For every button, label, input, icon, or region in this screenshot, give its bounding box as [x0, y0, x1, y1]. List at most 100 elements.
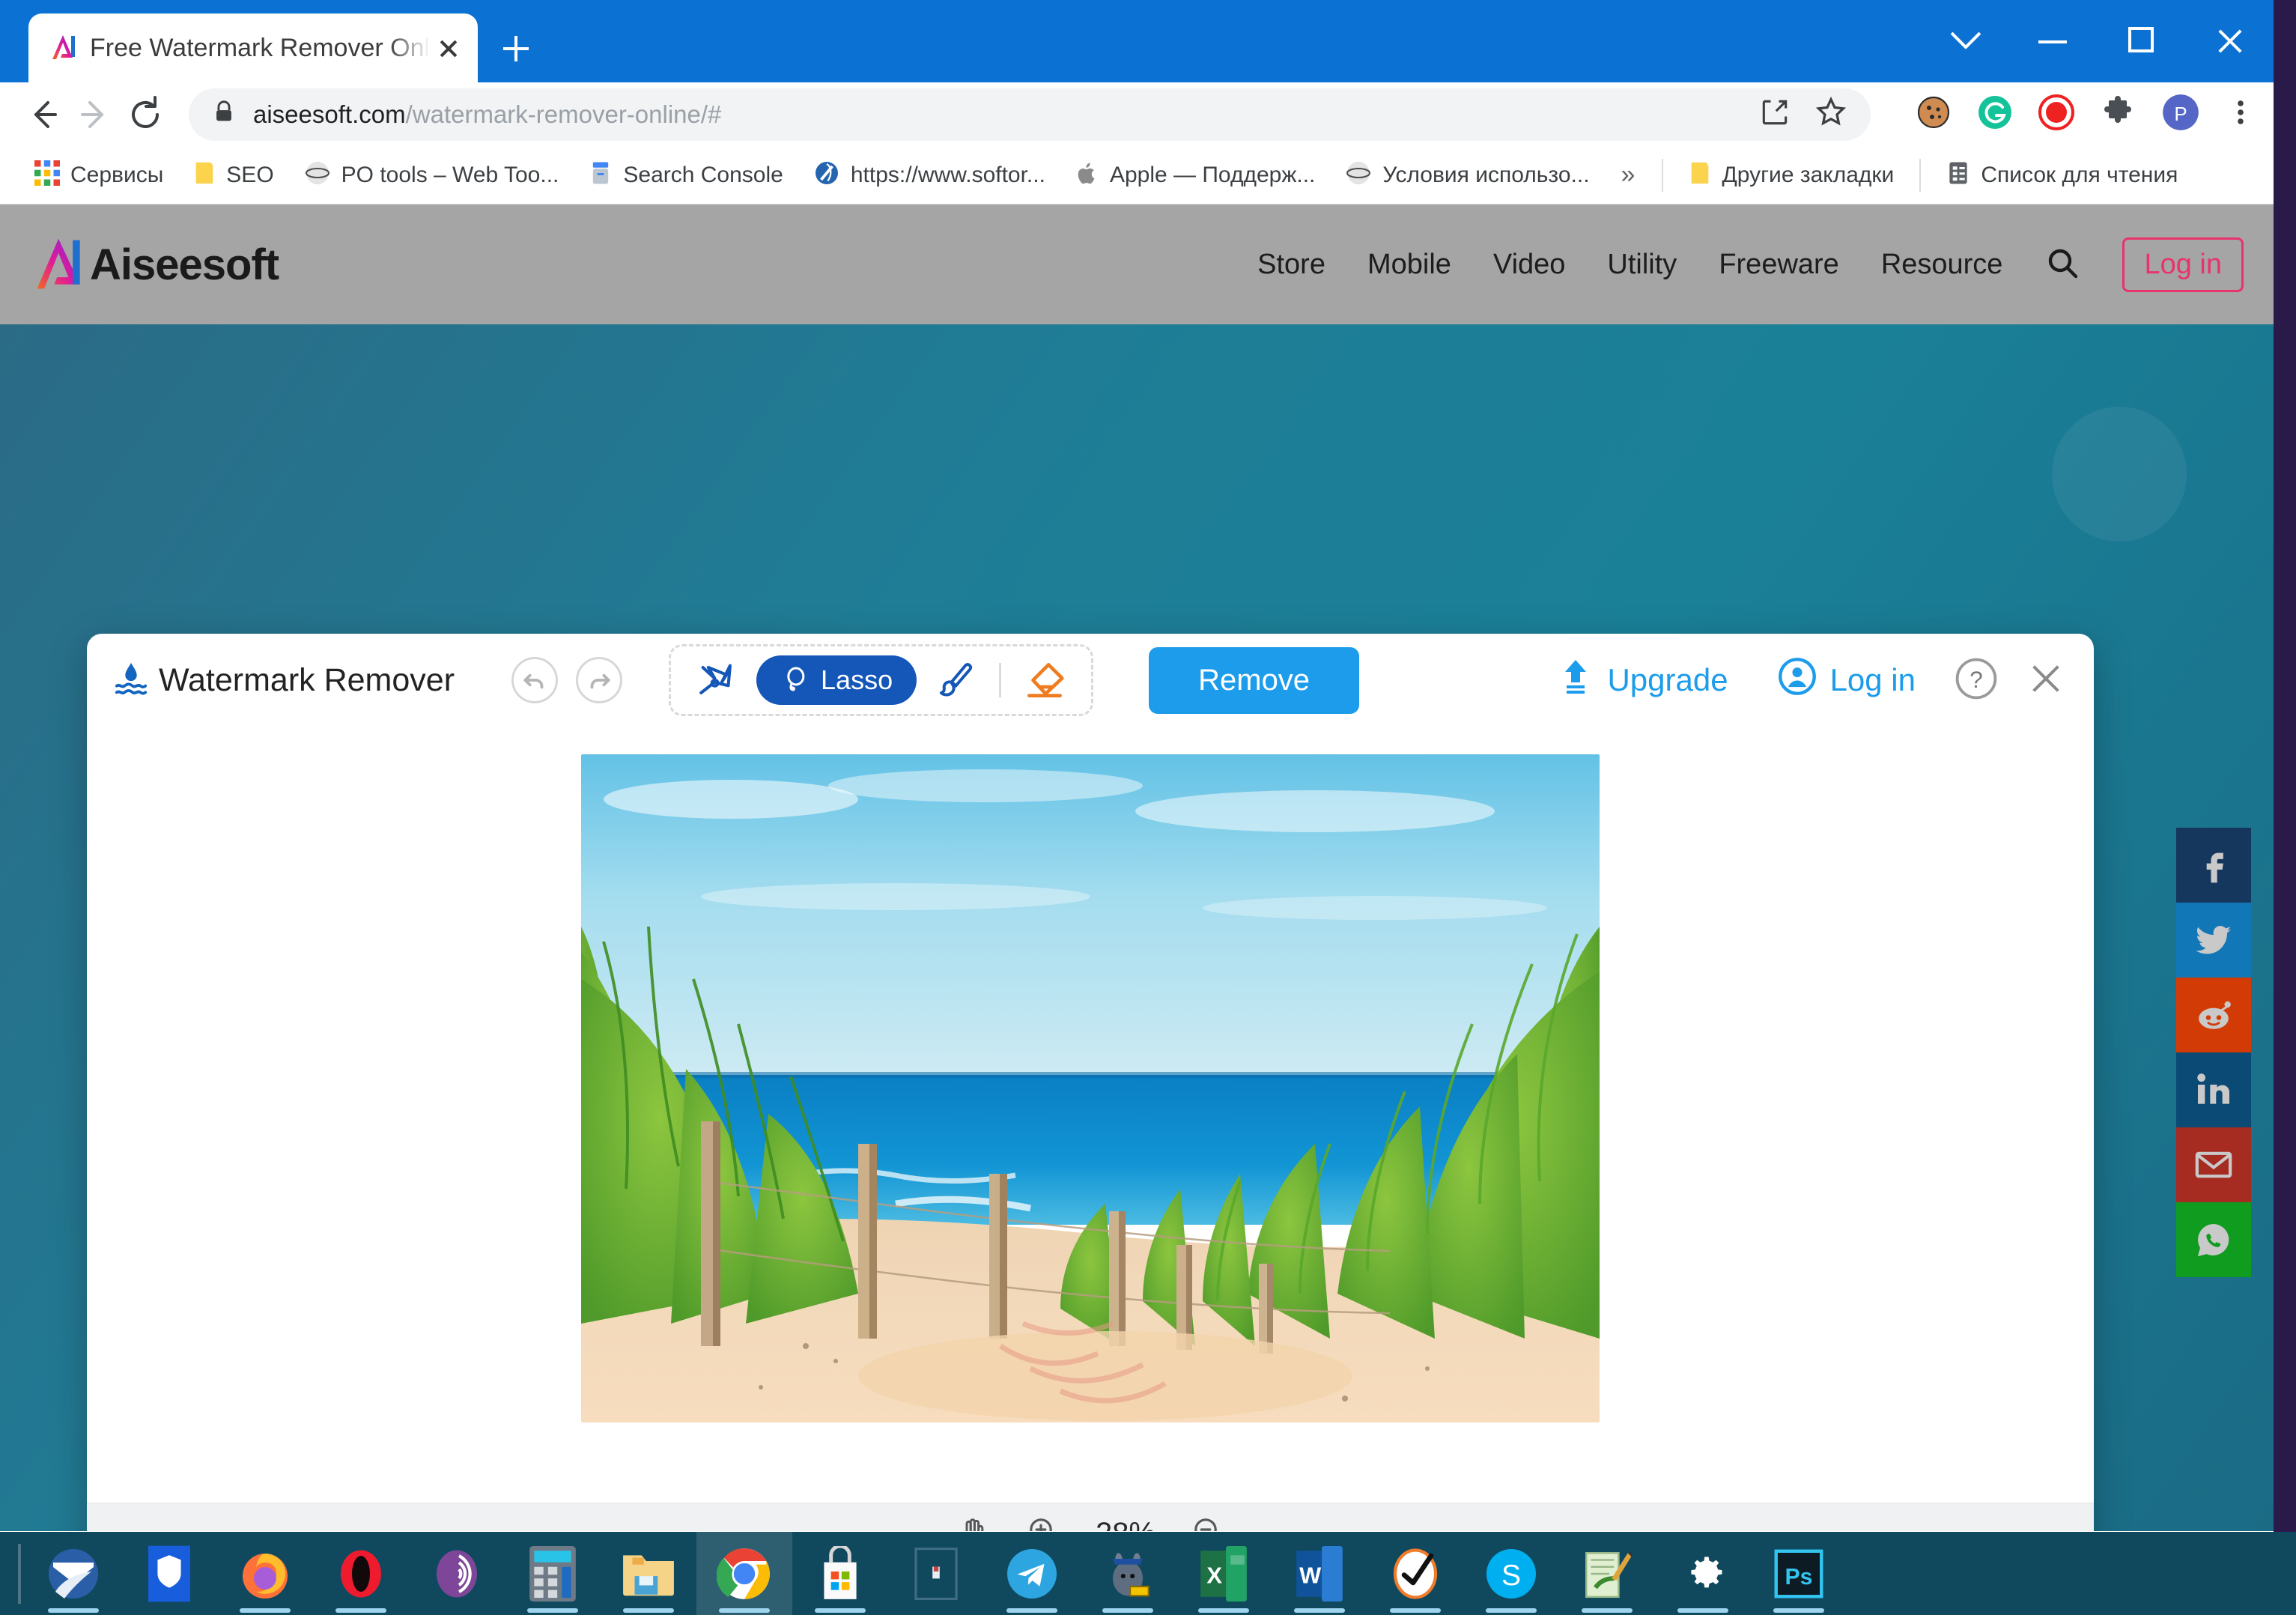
remove-button[interactable]: Remove: [1149, 646, 1360, 714]
bookmark-star-icon[interactable]: [1814, 95, 1848, 133]
forward-arrow-icon[interactable]: [69, 89, 120, 140]
watermark-icon: [114, 661, 148, 699]
taskbar-opera-icon[interactable]: [313, 1532, 409, 1615]
taskbar-thunderbird-icon[interactable]: [25, 1532, 121, 1615]
taskbar-firefox-icon[interactable]: [217, 1532, 313, 1615]
reload-icon[interactable]: [120, 89, 171, 140]
polygonal-lasso-icon[interactable]: [686, 654, 749, 706]
close-icon[interactable]: [2185, 0, 2274, 82]
hand-pan-icon[interactable]: [955, 1514, 991, 1531]
taskbar-tor-browser-icon[interactable]: [409, 1532, 505, 1615]
taskbar-word-icon[interactable]: W: [1272, 1532, 1367, 1615]
omnibox[interactable]: aiseesoft.com/watermark-remover-online/#: [189, 88, 1871, 141]
back-arrow-icon[interactable]: [18, 89, 69, 140]
bookmarks-overflow-button[interactable]: »: [1605, 160, 1652, 190]
taskbar-skype-icon[interactable]: S: [1463, 1532, 1559, 1615]
taskbar-ticktick-icon[interactable]: [1367, 1532, 1463, 1615]
nav-item-video[interactable]: Video: [1493, 249, 1566, 281]
lasso-tool-label: Lasso: [821, 664, 893, 695]
bookmark-softoroom[interactable]: https://www.softor...: [798, 160, 1060, 190]
taskbar-notes-icon[interactable]: [1559, 1532, 1655, 1615]
taskbar-file-explorer-icon[interactable]: [601, 1532, 696, 1615]
url-path: /watermark-remover-online/#: [405, 100, 722, 128]
minimize-icon[interactable]: [2008, 0, 2097, 82]
taskbar-microsoft-store-icon[interactable]: [792, 1532, 888, 1615]
bookmark-search-console[interactable]: Search Console: [574, 160, 798, 190]
caret-down-icon[interactable]: [1920, 0, 2008, 82]
profile-avatar-icon[interactable]: P: [2161, 93, 2200, 136]
cookie-icon[interactable]: [1916, 94, 1952, 134]
site-login-button[interactable]: Log in: [2122, 237, 2244, 292]
app-toolbar: Watermark Remover Lasso Remove Upgrade L…: [87, 634, 2094, 727]
nav-item-store[interactable]: Store: [1257, 249, 1325, 281]
site-logo[interactable]: Aiseesoft: [30, 234, 279, 294]
bookmark-label: Сервисы: [70, 162, 164, 187]
nav-item-utility[interactable]: Utility: [1607, 249, 1677, 281]
taskbar-running-indicator: [623, 1608, 674, 1613]
editor-canvas[interactable]: Once the watermark removing is done, you…: [87, 727, 2094, 1503]
social-share-rail: [2176, 828, 2251, 1277]
question-mark-icon[interactable]: ?: [1955, 657, 1998, 704]
bookmarks-divider: [1919, 158, 1922, 192]
whatsapp-icon[interactable]: [2176, 1202, 2251, 1277]
new-tab-button[interactable]: [494, 27, 538, 70]
linkedin-icon[interactable]: [2176, 1052, 2251, 1127]
redo-icon[interactable]: [576, 657, 623, 703]
taskbar-calculator-icon[interactable]: [505, 1532, 601, 1615]
search-console-icon: [589, 160, 613, 190]
taskbar-emule-icon[interactable]: [1080, 1532, 1176, 1615]
taskbar-notepad-icon[interactable]: [888, 1532, 984, 1615]
taskbar-excel-icon[interactable]: X: [1176, 1532, 1272, 1615]
tab-close-icon[interactable]: [430, 29, 467, 67]
taskbar-running-indicator: [1390, 1608, 1441, 1613]
undo-icon[interactable]: [511, 657, 559, 703]
share-icon[interactable]: [1758, 96, 1791, 133]
taskbar-telegram-icon[interactable]: [984, 1532, 1080, 1615]
zoom-out-icon[interactable]: [1190, 1514, 1226, 1531]
omnibox-url: aiseesoft.com/watermark-remover-online/#: [253, 100, 721, 129]
taskbar-running-indicator: [1102, 1608, 1153, 1613]
upgrade-label: Upgrade: [1607, 662, 1728, 697]
bookmark-servisy[interactable]: Сервисы: [19, 160, 178, 190]
browser-tab[interactable]: Free Watermark Remover Online: [28, 13, 478, 82]
reddit-icon[interactable]: [2176, 978, 2251, 1052]
grammarly-icon[interactable]: [1977, 94, 2013, 134]
nav-item-resource[interactable]: Resource: [1881, 249, 2003, 281]
upgrade-button[interactable]: Upgrade: [1558, 657, 1728, 703]
app-close-icon[interactable]: [2025, 658, 2067, 703]
search-icon[interactable]: [2044, 245, 2080, 285]
zoom-in-icon[interactable]: [1025, 1514, 1061, 1531]
bookmark-apple[interactable]: Apple — Поддерж...: [1060, 160, 1330, 190]
lasso-tool-button[interactable]: Lasso: [756, 655, 917, 705]
taskbar-photoshop-icon[interactable]: Ps: [1751, 1532, 1847, 1615]
nav-item-mobile[interactable]: Mobile: [1367, 249, 1451, 281]
bookmark-seo[interactable]: SEO: [178, 160, 288, 190]
bookmark-usloviya[interactable]: Условия использо...: [1330, 160, 1604, 190]
taskbar-running-indicator: [527, 1608, 578, 1613]
three-dot-menu-icon[interactable]: [2226, 94, 2256, 134]
desktop-edge: [2274, 0, 2296, 1532]
softoroom-icon: [813, 160, 840, 190]
other-bookmarks-button[interactable]: Другие закладки: [1674, 160, 1909, 190]
reading-list-label: Список для чтения: [1981, 162, 2178, 187]
bookmark-label: Apple — Поддерж...: [1109, 162, 1316, 187]
record-icon[interactable]: [2038, 94, 2074, 134]
brush-icon[interactable]: [924, 654, 987, 706]
taskbar-settings-gear-icon[interactable]: [1655, 1532, 1751, 1615]
taskbar-bitwarden-icon[interactable]: [121, 1532, 217, 1615]
puzzle-extensions-icon[interactable]: [2100, 94, 2136, 134]
taskbar-chrome-icon[interactable]: [696, 1532, 792, 1615]
beach-dunes-path-photo[interactable]: [581, 754, 1600, 1422]
eraser-icon[interactable]: [1013, 654, 1076, 706]
reading-list-icon: [1946, 160, 1970, 190]
facebook-icon[interactable]: [2176, 828, 2251, 903]
nav-item-freeware[interactable]: Freeware: [1719, 249, 1839, 281]
bookmarks-bar: Сервисы SEO PO tools – Web Too... Search…: [0, 146, 2274, 204]
maximize-icon[interactable]: [2097, 0, 2185, 82]
gmail-icon[interactable]: [2176, 1127, 2251, 1202]
bookmark-po-tools[interactable]: PO tools – Web Too...: [289, 160, 574, 190]
taskbar-running-indicator: [1294, 1608, 1345, 1613]
twitter-icon[interactable]: [2176, 903, 2251, 978]
app-login-button[interactable]: Log in: [1778, 657, 1916, 703]
reading-list-button[interactable]: Список для чтения: [1931, 160, 2193, 190]
